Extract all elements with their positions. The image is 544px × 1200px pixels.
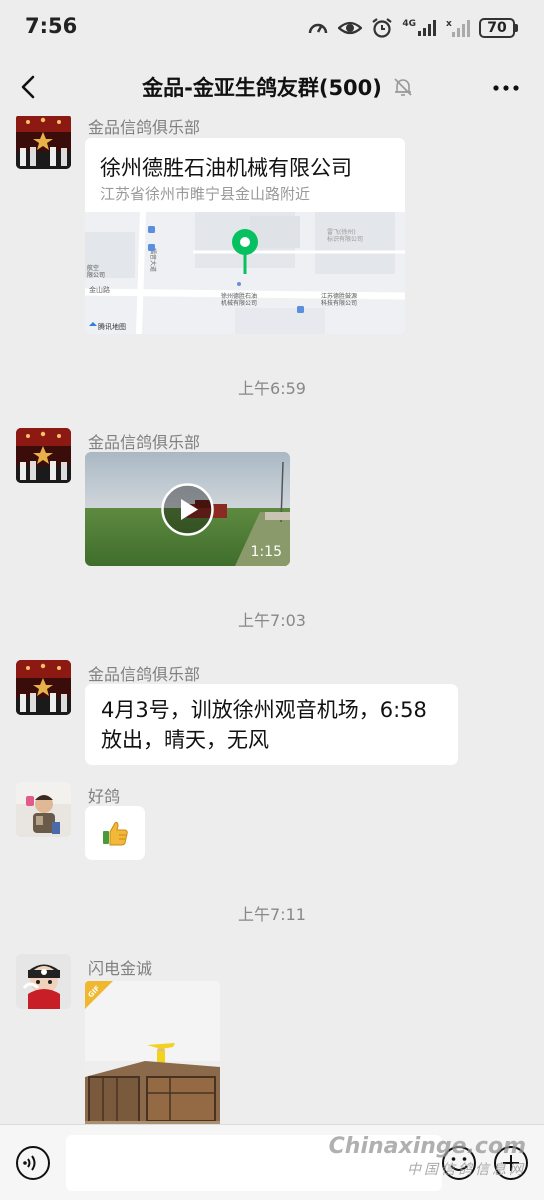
sender-name: 闪电金诚 [88,959,153,978]
chat-title: 金品-金亚生鸽友群(500) [142,76,382,100]
sender-name: 好鸽 [88,787,121,806]
location-address: 江苏省徐州市睢宁县金山路附近 [100,185,311,203]
location-card[interactable]: 徐州德胜石油机械有限公司 江苏省徐州市睢宁县金山路附近 金山路 福音大道 航空限… [85,138,405,334]
map-poi-center: 徐州德胜石油机械有限公司 [221,292,257,307]
plus-icon[interactable] [493,1145,529,1181]
avatar[interactable] [16,116,71,169]
status-time: 7:56 [25,14,78,38]
map-road-label: 金山路 [89,285,110,294]
map-poi-right: 江苏德胜鼓源科技有限公司 [321,292,357,307]
gif-message[interactable]: GIF [85,981,220,1124]
emoji-message-bubble[interactable] [85,806,145,860]
message-input[interactable] [66,1135,442,1191]
status-icons: 4G x 70 [307,16,518,40]
message-timestamp: 上午7:11 [238,905,306,924]
input-bar [0,1124,544,1200]
voice-input-icon[interactable] [15,1145,51,1181]
thumbs-up-icon [103,821,128,846]
gif-badge: GIF [85,981,113,1009]
chat-message-list[interactable]: 金品信鸽俱乐部 徐州德胜石油机械有限公司 江苏省徐州市睢宁县金山路附近 金山路 … [0,116,544,1124]
avatar[interactable] [16,782,71,837]
avatar[interactable] [16,428,71,483]
status-bar: 7:56 4G x 70 [0,0,544,56]
play-icon[interactable] [160,482,215,537]
message-timestamp: 上午7:03 [238,611,306,630]
text-message-bubble[interactable]: 4月3号，训放徐州观音机场，6:58放出，晴天，无风 [85,684,458,765]
eye-icon [338,21,363,35]
alarm-icon [372,18,393,38]
message-timestamp: 上午6:59 [238,379,306,398]
avatar[interactable] [16,660,71,715]
battery-icon: 70 [479,18,518,38]
map-provider: 腾讯地图 [98,322,126,331]
location-map: 金山路 福音大道 航空限公司 徐州德胜石油机械有限公司 江苏德胜鼓源科技有限公司… [85,212,405,334]
svg-text:x: x [446,19,452,29]
avatar[interactable] [16,954,71,1009]
chat-header: 金品-金亚生鸽友群(500) [0,58,544,116]
signal-no-service-icon: x [446,19,470,37]
more-options-icon[interactable] [492,78,520,98]
map-road-label-2: 福音大道 [149,248,157,272]
speed-gauge-icon [309,23,328,34]
signal-4g-icon: 4G [402,19,437,37]
sender-name: 金品信鸽俱乐部 [88,118,201,137]
video-message[interactable]: 1:15 [85,452,290,566]
sender-name: 金品信鸽俱乐部 [88,433,201,452]
emoji-icon[interactable] [441,1145,477,1181]
mute-bell-icon [394,78,412,96]
sender-name: 金品信鸽俱乐部 [88,665,201,684]
location-name: 徐州德胜石油机械有限公司 [100,156,352,180]
network-type: 4G [402,19,416,29]
video-duration: 1:15 [250,544,282,560]
battery-level: 70 [479,18,515,38]
